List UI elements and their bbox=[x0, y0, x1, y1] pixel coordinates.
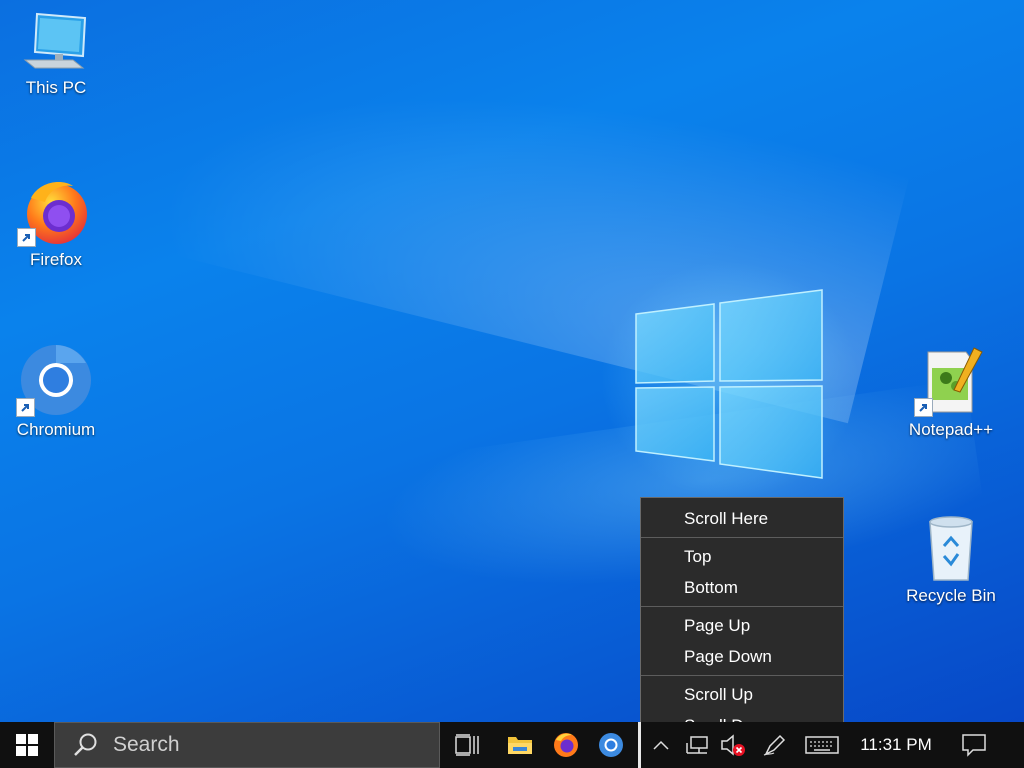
windows-wallpaper-logo-icon bbox=[635, 289, 823, 479]
chevron-up-icon bbox=[653, 740, 669, 750]
menu-separator bbox=[641, 606, 843, 607]
network-tray-button[interactable] bbox=[683, 722, 711, 768]
firefox-taskbar-button[interactable] bbox=[543, 722, 589, 768]
shortcut-arrow-icon bbox=[17, 228, 36, 247]
recycle-bin-icon bbox=[929, 516, 973, 581]
file-explorer-icon bbox=[508, 737, 532, 754]
firefox-icon bbox=[554, 733, 578, 757]
taskbar: Search 11:31 PM bbox=[0, 722, 1024, 768]
taskbar-search-box[interactable]: Search bbox=[54, 722, 440, 768]
volume-tray-button[interactable] bbox=[718, 722, 748, 768]
taskbar-edge-strip bbox=[638, 722, 641, 768]
computer-icon bbox=[23, 12, 87, 69]
menu-item-scroll-here[interactable]: Scroll Here bbox=[641, 503, 843, 534]
pen-tray-button[interactable] bbox=[760, 722, 788, 768]
keyboard-icon bbox=[805, 736, 839, 754]
chromium-taskbar-button[interactable] bbox=[588, 722, 634, 768]
menu-item-top[interactable]: Top bbox=[641, 541, 843, 572]
search-placeholder: Search bbox=[113, 733, 180, 756]
desktop-icon-notepadpp[interactable]: Notepad++ bbox=[903, 346, 999, 440]
desktop-icon-label: Firefox bbox=[30, 250, 82, 269]
desktop-icon-label: Chromium bbox=[16, 420, 96, 439]
volume-muted-icon bbox=[721, 734, 745, 756]
search-icon bbox=[74, 733, 97, 756]
desktop-icon-chromium[interactable]: Chromium bbox=[8, 344, 104, 440]
task-view-button[interactable] bbox=[445, 722, 491, 768]
file-explorer-button[interactable] bbox=[497, 722, 543, 768]
desktop[interactable]: This PC Firefox Chromium Notepad++ Recyc… bbox=[0, 0, 1024, 722]
desktop-icon-firefox[interactable]: Firefox bbox=[8, 178, 104, 270]
taskbar-clock[interactable]: 11:31 PM bbox=[850, 722, 942, 768]
desktop-icon-label: This PC bbox=[25, 78, 87, 97]
menu-item-scroll-up[interactable]: Scroll Up bbox=[641, 679, 843, 710]
desktop-icon-label: Notepad++ bbox=[908, 420, 994, 439]
show-hidden-icons-button[interactable] bbox=[648, 722, 674, 768]
notification-icon bbox=[962, 734, 986, 757]
task-view-icon bbox=[455, 734, 479, 756]
shortcut-arrow-icon bbox=[914, 398, 933, 417]
desktop-icon-this-pc[interactable]: This PC bbox=[8, 12, 104, 98]
touch-keyboard-button[interactable] bbox=[804, 722, 840, 768]
chromium-icon bbox=[599, 733, 623, 757]
pen-icon bbox=[763, 734, 786, 756]
menu-item-bottom[interactable]: Bottom bbox=[641, 572, 843, 603]
scrollbar-context-menu: Scroll Here Top Bottom Page Up Page Down… bbox=[640, 497, 844, 741]
menu-item-page-down[interactable]: Page Down bbox=[641, 641, 843, 672]
network-icon bbox=[686, 736, 708, 754]
menu-separator bbox=[641, 537, 843, 538]
action-center-button[interactable] bbox=[956, 722, 992, 768]
windows-start-icon bbox=[16, 734, 38, 756]
menu-separator bbox=[641, 675, 843, 676]
desktop-icon-recycle-bin[interactable]: Recycle Bin bbox=[903, 514, 999, 606]
menu-item-page-up[interactable]: Page Up bbox=[641, 610, 843, 641]
desktop-icon-label: Recycle Bin bbox=[906, 586, 996, 605]
shortcut-arrow-icon bbox=[16, 398, 35, 417]
start-button[interactable] bbox=[0, 722, 54, 768]
